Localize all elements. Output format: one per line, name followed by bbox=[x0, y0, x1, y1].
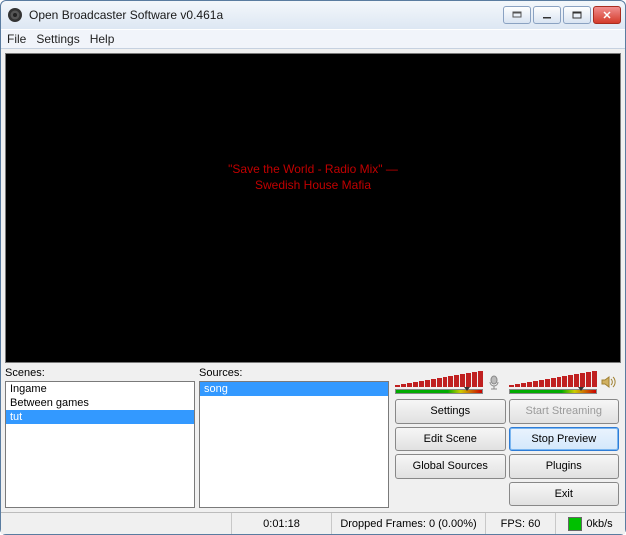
speaker-meter-bars bbox=[509, 371, 597, 387]
app-window: Open Broadcaster Software v0.461a File S… bbox=[0, 0, 626, 535]
bitrate-indicator-icon bbox=[568, 517, 582, 531]
status-fps: FPS: 60 bbox=[485, 513, 555, 534]
button-grid: Settings Start Streaming Edit Scene Stop… bbox=[393, 397, 621, 508]
speaker-volume-slider[interactable] bbox=[509, 389, 597, 394]
statusbar: 0:01:18 Dropped Frames: 0 (0.00%) FPS: 6… bbox=[1, 512, 625, 534]
now-playing-line1: "Save the World - Radio Mix" — bbox=[228, 162, 398, 178]
client-area: "Save the World - Radio Mix" — Swedish H… bbox=[1, 49, 625, 512]
controls-panel: Settings Start Streaming Edit Scene Stop… bbox=[393, 367, 621, 508]
menu-help[interactable]: Help bbox=[90, 32, 115, 46]
now-playing-line2: Swedish House Mafia bbox=[228, 178, 398, 194]
source-item[interactable]: song bbox=[200, 382, 388, 396]
microphone-icon[interactable] bbox=[483, 373, 505, 391]
edit-scene-button[interactable]: Edit Scene bbox=[395, 427, 506, 452]
app-icon bbox=[7, 7, 23, 23]
settings-button[interactable]: Settings bbox=[395, 399, 506, 424]
stop-preview-button[interactable]: Stop Preview bbox=[509, 427, 620, 452]
scene-item[interactable]: tut bbox=[6, 410, 194, 424]
mic-meter-block bbox=[395, 369, 505, 395]
menu-file[interactable]: File bbox=[7, 32, 26, 46]
scenes-label: Scenes: bbox=[5, 367, 195, 379]
speaker-meter-block bbox=[509, 369, 619, 395]
mic-volume-slider[interactable] bbox=[395, 389, 483, 394]
sources-label: Sources: bbox=[199, 367, 389, 379]
menu-settings[interactable]: Settings bbox=[36, 32, 79, 46]
speaker-icon[interactable] bbox=[597, 373, 619, 391]
scenes-panel: Scenes: IngameBetween gamestut bbox=[5, 367, 195, 508]
sources-panel: Sources: song bbox=[199, 367, 389, 508]
mic-meter bbox=[395, 369, 483, 395]
minimize-help-button[interactable] bbox=[503, 6, 531, 24]
mic-meter-bars bbox=[395, 371, 483, 387]
status-spacer bbox=[1, 513, 231, 534]
bitrate-text: 0kb/s bbox=[586, 518, 612, 530]
scene-item[interactable]: Between games bbox=[6, 396, 194, 410]
lower-panel: Scenes: IngameBetween gamestut Sources: … bbox=[5, 367, 621, 508]
scene-item[interactable]: Ingame bbox=[6, 382, 194, 396]
sources-listbox[interactable]: song bbox=[199, 381, 389, 508]
plugins-button[interactable]: Plugins bbox=[509, 454, 620, 479]
audio-meters bbox=[393, 367, 621, 397]
global-sources-button[interactable]: Global Sources bbox=[395, 454, 506, 479]
start-streaming-button[interactable]: Start Streaming bbox=[509, 399, 620, 424]
window-title: Open Broadcaster Software v0.461a bbox=[29, 8, 223, 22]
maximize-button[interactable] bbox=[563, 6, 591, 24]
close-button[interactable] bbox=[593, 6, 621, 24]
minimize-button[interactable] bbox=[533, 6, 561, 24]
scenes-listbox[interactable]: IngameBetween gamestut bbox=[5, 381, 195, 508]
speaker-meter bbox=[509, 369, 597, 395]
titlebar[interactable]: Open Broadcaster Software v0.461a bbox=[1, 1, 625, 29]
now-playing-text: "Save the World - Radio Mix" — Swedish H… bbox=[228, 162, 398, 193]
preview-pane[interactable]: "Save the World - Radio Mix" — Swedish H… bbox=[5, 53, 621, 363]
status-bitrate: 0kb/s bbox=[555, 513, 625, 534]
menubar: File Settings Help bbox=[1, 29, 625, 49]
status-time: 0:01:18 bbox=[231, 513, 331, 534]
exit-button[interactable]: Exit bbox=[509, 482, 620, 507]
status-dropped-frames: Dropped Frames: 0 (0.00%) bbox=[331, 513, 485, 534]
